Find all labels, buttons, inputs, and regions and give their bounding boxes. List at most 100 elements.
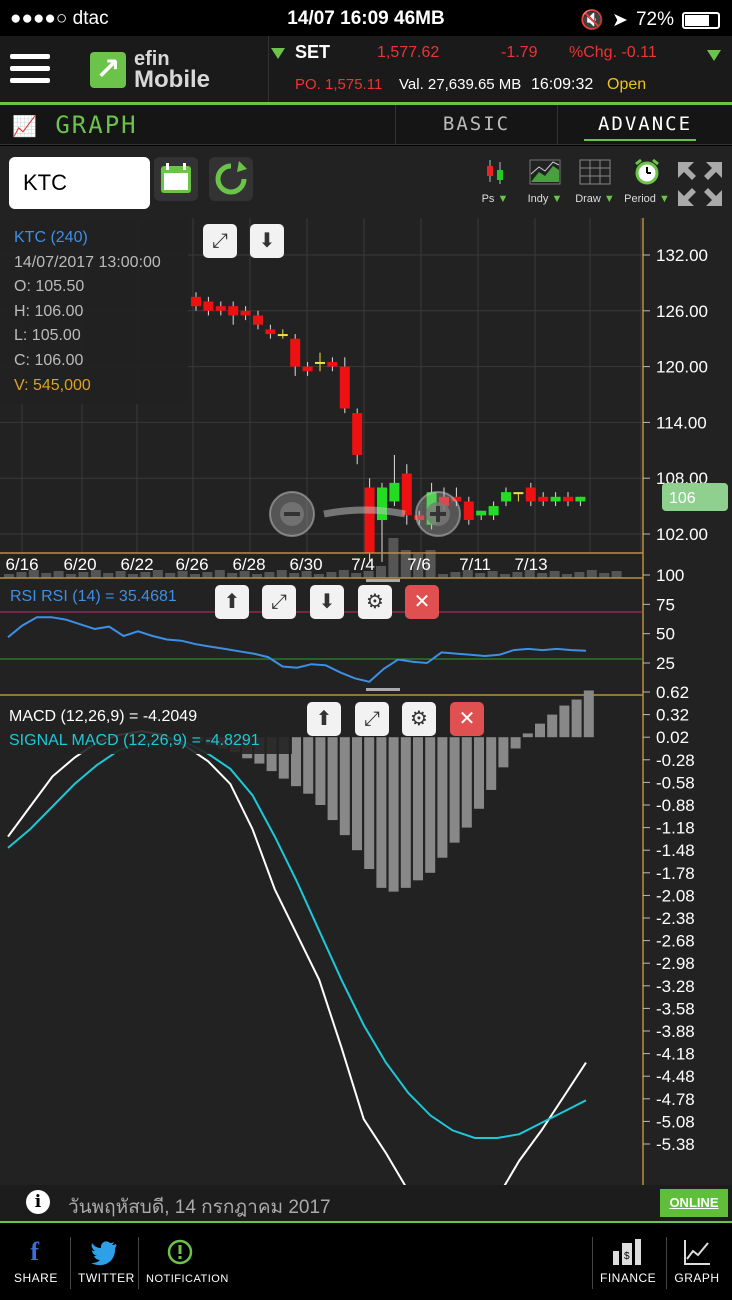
- tool-ps[interactable]: Ps ▼: [472, 158, 518, 210]
- chevron-down-icon: ▼: [551, 193, 563, 205]
- tab-bar: 📈 GRAPH BASIC ADVANCE: [0, 105, 732, 145]
- macd-y-tick-label: -0.88: [656, 796, 695, 815]
- macd-histogram-bar: [559, 705, 570, 738]
- price-y-tick-label: 114.00: [656, 413, 707, 432]
- x-tick-label: 7/11: [459, 555, 491, 574]
- alarm-clock-icon: [635, 158, 659, 185]
- nav-graph[interactable]: GRAPH: [674, 1237, 720, 1285]
- macd-histogram-bar: [315, 737, 326, 805]
- rsi-series: [7, 616, 587, 683]
- macd-y-tick-label: -5.38: [656, 1135, 695, 1154]
- x-tick-label: 7/13: [514, 555, 547, 574]
- current-date: วันพฤหัสบดี, 14 กรกฎาคม 2017: [68, 1197, 331, 1218]
- close-icon: ✕: [413, 591, 431, 613]
- app-header: ↗ efin Mobile SET 1,577.62 -1.79 %Chg. -…: [0, 36, 732, 104]
- macd-y-tick-label: -3.58: [656, 999, 695, 1018]
- zoom-in-button[interactable]: [415, 491, 461, 537]
- nav-finance[interactable]: $ FINANCE: [600, 1237, 656, 1285]
- macd-y-tick-label: -2.08: [656, 886, 695, 905]
- rsi-expand-button[interactable]: ⤢: [262, 585, 296, 619]
- rsi-settings-button[interactable]: ⚙: [358, 585, 392, 619]
- price-expand-button[interactable]: ⤢: [203, 224, 237, 258]
- volume-bar: [326, 572, 337, 578]
- fullscreen-button[interactable]: [676, 160, 724, 208]
- volume-bar: [214, 570, 225, 578]
- nav-share[interactable]: f SHARE: [14, 1237, 57, 1285]
- macd-y-tick-label: 0.02: [656, 728, 689, 747]
- online-badge: ONLINE: [660, 1189, 728, 1217]
- rsi-close-button[interactable]: ✕: [405, 585, 439, 619]
- finance-chart-icon: $: [613, 1239, 641, 1265]
- tool-indy[interactable]: Indy ▼: [522, 158, 568, 210]
- macd-y-tick-label: 0.32: [656, 706, 689, 725]
- candle-body: [488, 506, 499, 516]
- zoom-out-button[interactable]: [269, 491, 315, 537]
- ticker-expand-icon[interactable]: [707, 48, 721, 66]
- graph-title: 📈 GRAPH: [12, 111, 138, 139]
- notification-alert-icon: [167, 1239, 193, 1265]
- market-ticker[interactable]: SET 1,577.62 -1.79 %Chg. -0.11 PO. 1,575…: [268, 36, 732, 104]
- gear-icon: ⚙: [366, 591, 384, 613]
- chart-toolbar: Ps ▼ Indy ▼ Draw ▼ Period ▼: [0, 146, 732, 218]
- macd-info: MACD (12,26,9) = -4.2049 SIGNAL MACD (12…: [0, 696, 292, 754]
- info-open: O: 105.50: [14, 278, 85, 296]
- candle-body: [501, 492, 511, 502]
- macd-y-tick-label: -1.48: [656, 841, 695, 860]
- macd-y-tick-label: -3.88: [656, 1022, 695, 1041]
- macd-y-tick-label: -2.68: [656, 932, 695, 951]
- volume-bar: [376, 566, 386, 578]
- info-icon[interactable]: i: [26, 1190, 50, 1214]
- x-tick-label: 6/26: [175, 555, 208, 574]
- rsi-move-up-button[interactable]: ⬆: [215, 585, 249, 619]
- tab-basic[interactable]: BASIC: [395, 105, 557, 145]
- nav-twitter[interactable]: TWITTER: [78, 1237, 134, 1285]
- ticker-state: Open: [607, 76, 647, 93]
- info-high: H: 106.00: [14, 302, 84, 320]
- nav-notification[interactable]: NOTIFICATION: [146, 1237, 228, 1285]
- rsi-label: RSI RSI (14) = 35.4681: [10, 588, 177, 605]
- volume-bar: [152, 570, 163, 578]
- macd-y-tick-label: -2.98: [656, 954, 695, 973]
- calendar-icon: [161, 163, 191, 193]
- macd-histogram-bar: [352, 737, 362, 851]
- ticker-val: Val. 27,639.65 MB: [399, 76, 522, 93]
- macd-histogram-bar: [376, 737, 387, 888]
- tool-draw[interactable]: Draw ▼: [572, 158, 618, 210]
- candle-body: [191, 296, 201, 307]
- volume-bar: [586, 570, 597, 578]
- price-move-down-button[interactable]: ⬇: [250, 224, 284, 258]
- zoom-slider[interactable]: [323, 506, 406, 518]
- macd-histogram-bar: [583, 690, 594, 738]
- macd-y-tick-label: -2.38: [656, 909, 695, 928]
- rsi-y-tick-label: 100: [656, 566, 684, 585]
- candle-body: [401, 473, 412, 516]
- tab-advance[interactable]: ADVANCE: [557, 105, 732, 145]
- macd-histogram-bar: [474, 737, 484, 809]
- macd-y-tick-label: -4.18: [656, 1045, 695, 1064]
- macd-histogram-bar: [291, 737, 301, 787]
- macd-move-up-button[interactable]: ⬆: [307, 702, 341, 736]
- calendar-button[interactable]: [154, 157, 198, 201]
- rsi-resize-handle[interactable]: [366, 579, 400, 582]
- chevron-down-icon: ▼: [658, 193, 670, 205]
- x-tick-label: 6/30: [289, 555, 322, 574]
- tool-period[interactable]: Period ▼: [624, 158, 670, 210]
- graph-icon: 📈: [12, 114, 39, 138]
- macd-y-tick-label: -3.28: [656, 977, 695, 996]
- macd-close-button[interactable]: ✕: [450, 702, 484, 736]
- macd-resize-handle[interactable]: [366, 688, 400, 691]
- ticker-change: -1.79: [501, 44, 538, 61]
- svg-text:$: $: [624, 1251, 630, 1262]
- x-tick-label: 7/4: [351, 555, 375, 574]
- menu-icon[interactable]: [10, 54, 50, 86]
- macd-expand-button[interactable]: ⤢: [355, 702, 389, 736]
- macd-histogram-bar: [413, 737, 423, 881]
- expand-icon: ⤢: [271, 591, 287, 613]
- macd-settings-button[interactable]: ⚙: [402, 702, 436, 736]
- x-tick-label: 6/16: [5, 555, 38, 574]
- rsi-move-down-button[interactable]: ⬇: [310, 585, 344, 619]
- status-bar: ●●●●○ dtac 14/07 16:09 46MB 🔇 ➤ 72%: [0, 0, 732, 36]
- symbol-input[interactable]: [9, 157, 150, 209]
- ticker-time: 16:09:32: [531, 76, 594, 93]
- refresh-button[interactable]: [209, 157, 253, 201]
